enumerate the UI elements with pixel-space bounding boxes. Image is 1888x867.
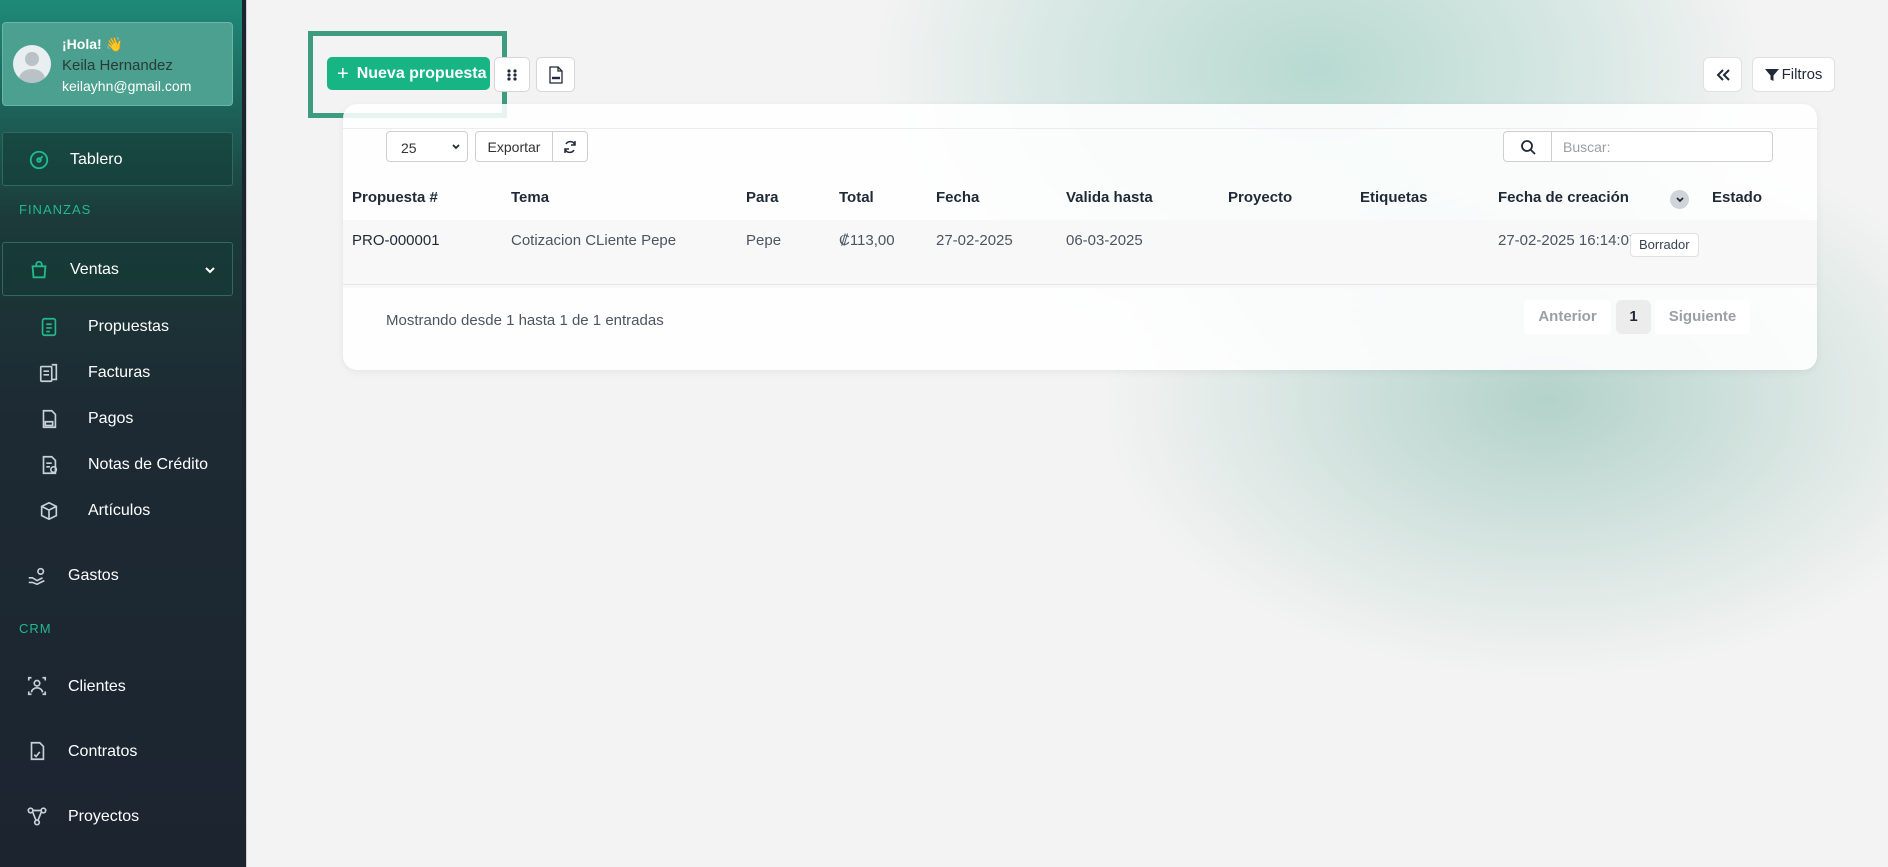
column-header-tags[interactable]: Etiquetas xyxy=(1360,189,1428,206)
refresh-button[interactable] xyxy=(552,131,588,162)
user-email: keilayhn@gmail.com xyxy=(62,78,192,94)
invoice-icon xyxy=(39,363,58,383)
search-icon xyxy=(1520,139,1536,155)
cell-to: Pepe xyxy=(746,232,782,249)
proposal-icon xyxy=(41,317,57,337)
sidebar-item-label: Tablero xyxy=(70,151,123,168)
greeting: ¡Hola! 👋 xyxy=(62,36,123,52)
chevron-down-icon xyxy=(1675,196,1684,202)
column-header-number[interactable]: Propuesta # xyxy=(352,189,438,206)
grid-view-button[interactable] xyxy=(494,57,530,92)
search-button[interactable] xyxy=(1503,131,1552,162)
page-length-select[interactable]: 25 xyxy=(386,131,468,162)
grid-dots-icon xyxy=(507,68,517,81)
sidebar-item-clients[interactable]: Clientes xyxy=(68,678,126,696)
section-finance: FINANZAS xyxy=(19,202,92,217)
column-header-valid-until[interactable]: Valida hasta xyxy=(1066,189,1153,206)
projects-icon xyxy=(27,807,47,826)
column-header-date[interactable]: Fecha xyxy=(936,189,979,206)
dashboard-icon xyxy=(29,150,49,170)
pagination-page-button[interactable]: 1 xyxy=(1616,300,1651,334)
cell-total: ₡113,00 xyxy=(839,232,895,249)
proposals-table-card: 25 Exportar Propuesta # Tema Para Total … xyxy=(343,104,1817,370)
filters-label: Filtros xyxy=(1781,66,1823,83)
sidebar: ¡Hola! 👋 Keila Hernandez keilayhn@gmail.… xyxy=(0,0,242,867)
column-header-subject[interactable]: Tema xyxy=(511,189,549,206)
sidebar-item-payments[interactable]: Pagos xyxy=(88,410,133,428)
column-header-total[interactable]: Total xyxy=(839,189,874,206)
export-button[interactable]: Exportar xyxy=(475,131,553,162)
cell-created: 27-02-2025 16:14:07 xyxy=(1498,232,1638,249)
pagination-next-button[interactable]: Siguiente xyxy=(1655,300,1750,334)
pagination-previous-button[interactable]: Anterior xyxy=(1524,300,1611,334)
section-crm: CRM xyxy=(19,621,52,636)
sidebar-item-dashboard[interactable]: Tablero xyxy=(2,132,233,186)
new-proposal-label: Nueva propuesta xyxy=(356,64,487,82)
filter-icon xyxy=(1764,68,1779,81)
cell-valid-until: 06-03-2025 xyxy=(1066,232,1143,249)
pdf-export-button[interactable] xyxy=(536,57,575,92)
pdf-file-icon xyxy=(548,65,563,84)
user-profile-card[interactable]: ¡Hola! 👋 Keila Hernandez keilayhn@gmail.… xyxy=(2,22,233,106)
search-input[interactable] xyxy=(1551,131,1773,162)
chevron-down-icon xyxy=(205,267,215,274)
sidebar-item-contracts[interactable]: Contratos xyxy=(68,743,137,761)
payment-icon xyxy=(42,409,57,429)
sort-toggle-button[interactable] xyxy=(1670,190,1689,209)
refresh-icon xyxy=(564,140,576,153)
avatar xyxy=(13,45,51,83)
table-row[interactable] xyxy=(343,220,1817,288)
sidebar-item-label: Ventas xyxy=(70,261,119,278)
table-info: Mostrando desde 1 hasta 1 de 1 entradas xyxy=(386,312,664,329)
contract-icon xyxy=(30,741,45,761)
main-content: + Nueva propuesta Filtros 25 Exportar Pr… xyxy=(247,0,1888,867)
column-header-to[interactable]: Para xyxy=(746,189,779,206)
clients-icon xyxy=(27,676,47,696)
sidebar-item-items[interactable]: Artículos xyxy=(88,502,150,520)
credit-note-icon xyxy=(42,455,58,475)
sidebar-item-projects[interactable]: Proyectos xyxy=(68,808,139,826)
column-header-created[interactable]: Fecha de creación xyxy=(1498,189,1629,206)
filters-button[interactable]: Filtros xyxy=(1752,57,1835,92)
chevron-down-icon xyxy=(452,144,460,150)
shopping-bag-icon xyxy=(31,260,47,279)
sidebar-item-invoices[interactable]: Facturas xyxy=(88,364,150,382)
column-header-status[interactable]: Estado xyxy=(1712,189,1762,206)
new-proposal-button[interactable]: + Nueva propuesta xyxy=(327,57,490,90)
divider xyxy=(343,284,1817,285)
sidebar-item-proposals[interactable]: Propuestas xyxy=(88,318,169,336)
page-length-value: 25 xyxy=(401,140,417,156)
collapse-button[interactable] xyxy=(1703,57,1742,92)
box-icon xyxy=(40,501,58,521)
divider xyxy=(343,128,1817,129)
status-badge: Borrador xyxy=(1630,233,1699,257)
sidebar-item-expenses[interactable]: Gastos xyxy=(68,567,119,585)
column-header-project[interactable]: Proyecto xyxy=(1228,189,1292,206)
expense-icon xyxy=(28,567,45,586)
cell-number[interactable]: PRO-000001 xyxy=(352,232,440,249)
user-name: Keila Hernandez xyxy=(62,57,173,74)
sidebar-item-sales[interactable]: Ventas xyxy=(2,242,233,296)
cell-date: 27-02-2025 xyxy=(936,232,1013,249)
cell-subject: Cotizacion CLiente Pepe xyxy=(511,232,677,249)
sidebar-item-credit-notes[interactable]: Notas de Crédito xyxy=(88,456,208,474)
double-chevron-left-icon xyxy=(1716,68,1730,81)
plus-icon: + xyxy=(337,62,349,85)
